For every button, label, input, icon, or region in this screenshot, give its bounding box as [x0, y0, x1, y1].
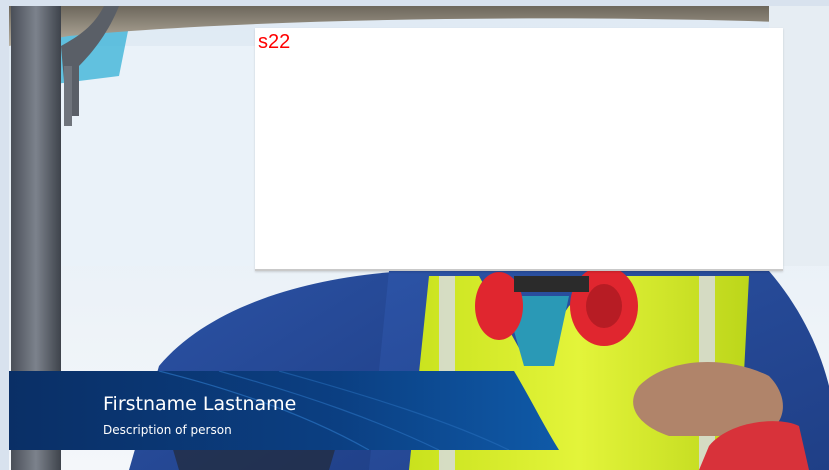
- image-placeholder: s22: [255, 28, 783, 271]
- slide-canvas: s22 Firstname Lastname Description of pe…: [0, 0, 829, 470]
- left-border: [0, 0, 9, 470]
- person-description: Description of person: [103, 423, 232, 437]
- person-caption-banner: Firstname Lastname Description of person: [9, 371, 559, 450]
- person-name: Firstname Lastname: [103, 393, 297, 415]
- placeholder-label: s22: [258, 31, 291, 53]
